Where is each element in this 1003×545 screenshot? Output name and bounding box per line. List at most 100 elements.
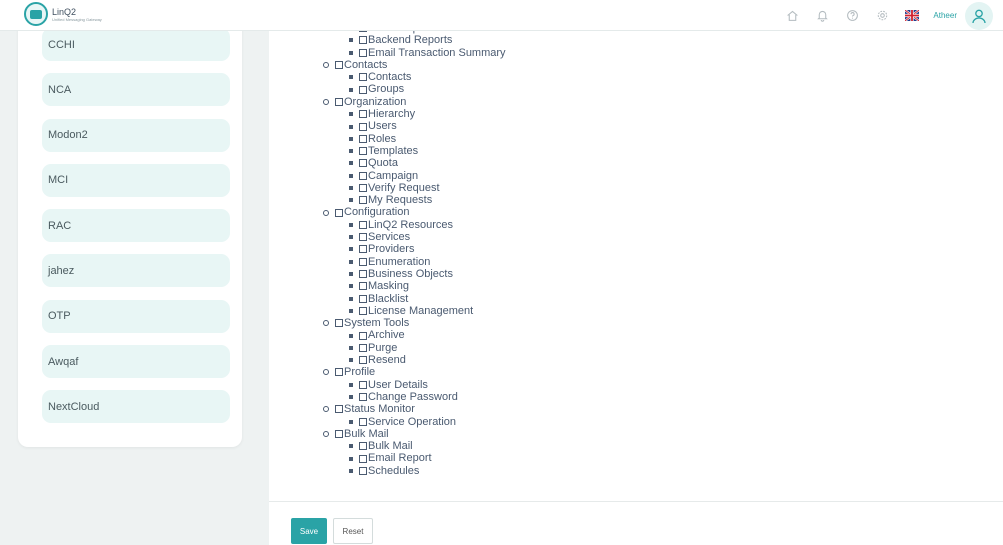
square-bullet-icon	[349, 124, 353, 129]
permission-label: Contacts	[368, 71, 412, 84]
circle-bullet-icon	[323, 430, 329, 437]
logo-name: LinQ2	[52, 6, 77, 17]
permission-item: User Details	[349, 379, 506, 391]
user-avatar[interactable]	[965, 1, 993, 30]
client-item[interactable]: CCHI	[42, 28, 230, 61]
square-bullet-icon	[349, 395, 353, 400]
permission-checkbox[interactable]	[359, 257, 367, 266]
circle-bullet-icon	[323, 369, 329, 376]
permission-checkbox[interactable]	[359, 294, 367, 303]
top-header: LinQ2 Unified Messaging Gateway Atheer	[0, 0, 1003, 31]
client-item[interactable]: NextCloud	[42, 390, 230, 424]
permission-checkbox[interactable]	[359, 331, 367, 340]
square-bullet-icon	[349, 358, 353, 363]
permission-checkbox[interactable]	[359, 393, 367, 402]
permission-group-checkbox[interactable]	[335, 429, 343, 438]
permission-checkbox[interactable]	[359, 454, 367, 463]
permission-checkbox[interactable]	[359, 196, 367, 205]
app-logo[interactable]: LinQ2 Unified Messaging Gateway	[24, 2, 102, 26]
uk-flag-icon[interactable]	[905, 10, 920, 21]
client-item[interactable]: Modon2	[42, 118, 230, 152]
permission-label: LinQ2 Resources	[368, 218, 453, 231]
square-bullet-icon	[349, 272, 353, 277]
permission-checkbox[interactable]	[359, 245, 367, 254]
permission-item: Contacts	[349, 71, 506, 83]
permission-group-checkbox[interactable]	[335, 319, 343, 328]
permission-group-checkbox[interactable]	[335, 368, 343, 377]
permission-checkbox[interactable]	[359, 159, 367, 168]
permission-group-label: Configuration	[344, 206, 410, 219]
permission-checkbox[interactable]	[359, 417, 367, 426]
gear-icon[interactable]	[867, 0, 897, 31]
client-item[interactable]: NCA	[42, 73, 230, 107]
permission-checkbox[interactable]	[359, 220, 367, 229]
permission-checkbox[interactable]	[359, 36, 367, 45]
permission-item: Archive	[349, 329, 506, 341]
permission-checkbox[interactable]	[359, 442, 367, 451]
home-icon[interactable]	[777, 0, 807, 31]
permission-checkbox[interactable]	[359, 282, 367, 291]
permission-group-checkbox[interactable]	[335, 405, 343, 414]
permission-group-checkbox[interactable]	[335, 97, 343, 106]
permission-checkbox[interactable]	[359, 466, 367, 475]
permission-checkbox[interactable]	[359, 85, 367, 94]
client-item[interactable]: Awqaf	[42, 345, 230, 379]
permission-item: Backend Reports	[349, 34, 506, 46]
square-bullet-icon	[349, 382, 353, 387]
permission-checkbox[interactable]	[359, 122, 367, 131]
permission-group: Bulk Mail Bulk Mail Email Report Schedules	[323, 428, 506, 477]
permission-checkbox[interactable]	[359, 73, 367, 82]
permission-checkbox[interactable]	[359, 134, 367, 143]
reset-button[interactable]: Reset	[333, 518, 373, 544]
square-bullet-icon	[349, 419, 353, 424]
permission-group-label: Profile	[344, 366, 376, 379]
permission-group-checkbox[interactable]	[335, 61, 343, 70]
permission-checkbox[interactable]	[359, 110, 367, 119]
permission-item: Resend	[349, 354, 506, 366]
permission-checkbox[interactable]	[359, 171, 367, 180]
permission-item: Hierarchy	[349, 108, 506, 120]
permission-group: Profile User Details Change Password	[323, 366, 506, 403]
square-bullet-icon	[349, 296, 353, 301]
permission-group: Organization Hierarchy Users Roles Templates…	[323, 96, 506, 207]
save-button[interactable]: Save	[291, 518, 327, 544]
square-bullet-icon	[349, 112, 353, 117]
permission-label: Email Transaction Summary	[368, 46, 506, 59]
permission-label: Hierarchy	[368, 108, 416, 121]
square-bullet-icon	[349, 235, 353, 240]
permission-checkbox[interactable]	[359, 343, 367, 352]
permission-checkbox[interactable]	[359, 31, 367, 33]
permission-item: Quota	[349, 157, 506, 169]
permission-label: Campaign	[368, 169, 419, 182]
permission-item: Masking	[349, 280, 506, 292]
permission-checkbox[interactable]	[359, 233, 367, 242]
permission-item: Roles	[349, 133, 506, 145]
permission-checkbox[interactable]	[359, 184, 367, 192]
client-item[interactable]: RAC	[42, 209, 230, 243]
square-bullet-icon	[349, 222, 353, 227]
permission-children: LinQ2 Resources Services Providers Enumerat…	[349, 219, 506, 317]
permission-item: My Requests	[349, 194, 506, 206]
username-label[interactable]: Atheer	[933, 11, 957, 20]
permission-group: Email ReportBackend ReportsEmail Transac…	[323, 31, 506, 59]
permission-group-checkbox[interactable]	[335, 208, 343, 217]
permission-item: Email Report	[349, 452, 506, 464]
permission-label: Quota	[368, 157, 398, 170]
bell-icon[interactable]	[807, 0, 837, 31]
permission-label: Templates	[368, 144, 419, 157]
permission-checkbox[interactable]	[359, 270, 367, 279]
permission-checkbox[interactable]	[359, 380, 367, 389]
permission-label: Business Objects	[368, 267, 453, 280]
square-bullet-icon	[349, 136, 353, 141]
help-icon[interactable]	[837, 0, 867, 31]
permission-item: Bulk Mail	[349, 440, 506, 452]
permission-checkbox[interactable]	[359, 306, 367, 315]
permission-checkbox[interactable]	[359, 356, 367, 365]
client-item[interactable]: OTP	[42, 299, 230, 333]
client-item[interactable]: MCI	[42, 163, 230, 197]
permission-checkbox[interactable]	[359, 48, 367, 57]
client-item[interactable]: jahez	[42, 254, 230, 288]
permission-checkbox[interactable]	[359, 147, 367, 156]
circle-bullet-icon	[323, 62, 329, 69]
circle-bullet-icon	[323, 406, 329, 413]
